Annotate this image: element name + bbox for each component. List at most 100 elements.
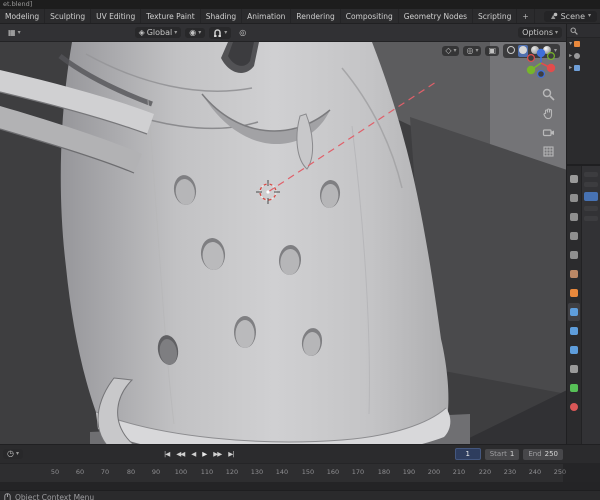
viewport-canvas[interactable]: ◇ ▾ ◎ ▾ ▣ ▾	[0, 42, 567, 444]
jump-to-start-button[interactable]: |◀	[161, 448, 172, 460]
outliner-header	[567, 24, 600, 38]
tab-scripting[interactable]: Scripting	[473, 9, 518, 23]
tab-geometry-nodes[interactable]: Geometry Nodes	[399, 9, 474, 23]
ruler-tick: 90	[151, 468, 161, 476]
viewport-3d: ▦ ▾ ◈ Global ▾ ◉ ▾ ▾ ◎ Options ▾ ◇ ▾ ◎ ▾…	[0, 24, 567, 444]
gizmo-icon: ◇	[445, 46, 452, 55]
ruler-tick: 170	[351, 468, 365, 476]
properties-tab-world[interactable]	[568, 265, 580, 283]
tab-modeling[interactable]: Modeling	[0, 9, 46, 23]
end-value: 250	[544, 450, 558, 458]
properties-tab-constraints[interactable]	[568, 360, 580, 378]
search-icon[interactable]	[570, 27, 578, 35]
properties-tab-output[interactable]	[568, 208, 580, 226]
move-view-hand-icon[interactable]	[542, 107, 555, 120]
transform-orientation-label: Global	[146, 28, 173, 37]
navigation-gizmo[interactable]	[524, 46, 558, 80]
next-keyframe-button[interactable]: ▶▶	[210, 448, 224, 460]
chevron-down-icon: ▾	[453, 47, 457, 54]
viewport-header: ▦ ▾ ◈ Global ▾ ◉ ▾ ▾ ◎ Options ▾	[0, 24, 567, 42]
window-title-text: et.blend]	[3, 0, 33, 8]
scene-selector[interactable]: Scene ▾	[543, 10, 597, 22]
options-dropdown[interactable]: Options ▾	[518, 27, 563, 38]
render-icon	[570, 194, 579, 202]
properties-tab-view-layer[interactable]	[568, 227, 580, 245]
add-workspace-button[interactable]: +	[517, 9, 535, 23]
ruler-tick: 180	[377, 468, 391, 476]
blender-window: et.blend] Modeling Sculpting UV Editing …	[0, 0, 600, 500]
axis-y-handle	[526, 65, 536, 75]
show-gizmo-dropdown[interactable]: ◇ ▾	[442, 46, 460, 56]
ruler-tick: 70	[100, 468, 110, 476]
properties-tab-particles[interactable]	[568, 322, 580, 340]
overlays-dropdown[interactable]: ◎ ▾	[463, 46, 482, 56]
ruler-tick: 220	[478, 468, 492, 476]
frame-start-field[interactable]: Start 1	[484, 448, 520, 460]
properties-tab-data[interactable]	[568, 379, 580, 397]
zoom-icon[interactable]	[542, 88, 555, 101]
current-frame-field[interactable]: 1	[454, 448, 481, 460]
ruler-tick: 200	[427, 468, 441, 476]
outliner-item-object[interactable]: ▸	[567, 62, 600, 74]
outliner-panel: ▾ ▸ ▸	[567, 24, 600, 166]
object-props-icon	[570, 289, 579, 297]
tab-texture-paint[interactable]: Texture Paint	[141, 9, 201, 23]
play-button[interactable]: ▶	[199, 448, 209, 460]
timeline-editor-type-button[interactable]: ◷ ▾	[3, 449, 23, 459]
wireframe-sphere-icon	[507, 46, 516, 54]
properties-content	[582, 166, 600, 444]
workspace-tabbar: Modeling Sculpting UV Editing Texture Pa…	[0, 9, 600, 24]
xray-toggle[interactable]: ▣	[485, 46, 500, 56]
frame-end-field[interactable]: End 250	[523, 448, 563, 460]
properties-tab-scene[interactable]	[568, 246, 580, 264]
tab-animation[interactable]: Animation	[242, 9, 292, 23]
chevron-down-icon: ▾	[475, 47, 479, 54]
outliner-item-scene-collection[interactable]: ▾	[567, 38, 600, 50]
pivot-point-dropdown[interactable]: ◉ ▾	[185, 27, 206, 38]
start-label: Start	[489, 450, 507, 458]
play-reverse-button[interactable]: ◀	[188, 448, 198, 460]
viewport-nav-buttons	[542, 88, 555, 158]
properties-row	[584, 206, 598, 211]
ruler-tick: 110	[200, 468, 214, 476]
snapping-dropdown[interactable]: ▾	[209, 26, 232, 39]
outliner-item-collection[interactable]: ▸	[567, 50, 600, 62]
ortho-grid-icon[interactable]	[542, 145, 555, 158]
wrench-icon	[570, 308, 579, 316]
timeline-ruler[interactable]: 50 60 70 80 90 100 110 120 130 140 150 1…	[0, 463, 600, 482]
transform-orientation-dropdown[interactable]: ◈ Global ▾	[134, 27, 182, 38]
tab-sculpting[interactable]: Sculpting	[45, 9, 92, 23]
properties-button[interactable]	[584, 192, 598, 201]
properties-tab-material[interactable]	[568, 398, 580, 416]
proportional-edit-toggle[interactable]: ◎	[235, 28, 250, 38]
properties-row	[584, 216, 598, 221]
properties-tab-physics[interactable]	[568, 341, 580, 359]
properties-tab-modifiers[interactable]	[568, 303, 581, 321]
status-bar: Object Context Menu	[0, 490, 600, 500]
chevron-down-icon: ▾	[555, 28, 559, 36]
tab-uv-editing[interactable]: UV Editing	[91, 9, 142, 23]
chevron-down-icon: ▾	[174, 28, 178, 36]
tab-rendering[interactable]: Rendering	[291, 9, 341, 23]
clock-icon: ◷	[7, 449, 14, 458]
properties-tab-tool[interactable]	[568, 170, 580, 188]
axis-x-handle	[546, 63, 556, 73]
properties-tab-strip	[567, 166, 583, 444]
orientation-icon: ◈	[138, 27, 145, 37]
chevron-down-icon: ▾	[15, 450, 19, 457]
chevron-down-icon: ▾	[198, 28, 202, 36]
scene-selector-label: Scene	[560, 11, 585, 21]
jump-to-end-button[interactable]: ▶|	[225, 448, 236, 460]
tab-shading[interactable]: Shading	[201, 9, 243, 23]
tab-compositing[interactable]: Compositing	[341, 9, 399, 23]
ruler-out-of-range	[563, 464, 600, 482]
editor-type-button[interactable]: ▦ ▾	[4, 28, 25, 38]
properties-tab-object[interactable]	[568, 284, 580, 302]
properties-tab-render[interactable]	[568, 189, 580, 207]
camera-view-icon[interactable]	[542, 126, 555, 139]
timeline-scroll-area[interactable]	[0, 482, 600, 490]
prev-keyframe-button[interactable]: ◀◀	[173, 448, 187, 460]
scene-icon	[550, 12, 557, 19]
shading-wireframe-button[interactable]	[506, 45, 516, 57]
axis-z-handle	[536, 48, 546, 58]
